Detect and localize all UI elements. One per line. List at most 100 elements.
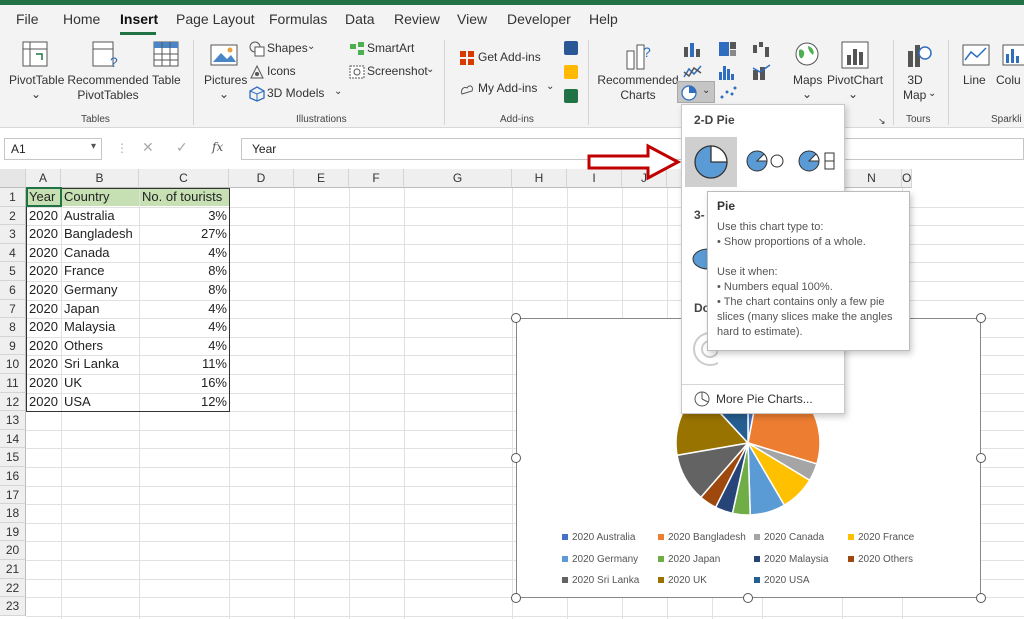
combo-chart-icon[interactable] [752,64,772,80]
header-cell[interactable]: Country [62,188,139,206]
data-cell[interactable]: 27% [140,225,229,243]
data-cell[interactable]: 2020 [27,318,61,336]
resize-handle[interactable] [743,593,753,603]
column-header[interactable]: C [139,169,229,188]
data-cell[interactable]: 16% [140,374,229,392]
data-cell[interactable]: 2020 [27,337,61,355]
waterfall-chart-icon[interactable] [752,41,772,57]
header-cell[interactable]: No. of tourists [140,188,229,206]
data-cell[interactable]: 4% [140,300,229,318]
tab-page-layout[interactable]: Page Layout [176,11,255,27]
data-cell[interactable]: 4% [140,244,229,262]
column-header[interactable]: O [902,169,913,188]
data-cell[interactable]: 8% [140,262,229,280]
data-cell[interactable]: Japan [62,300,139,318]
row-header[interactable]: 6 [0,281,26,300]
bing-icon[interactable] [564,65,578,79]
dialog-launcher-icon[interactable]: ↘ [878,114,886,129]
select-all-corner[interactable] [0,169,26,188]
row-header[interactable]: 20 [0,541,26,560]
name-box[interactable]: A1 ▾ [4,138,102,160]
row-header[interactable]: 3 [0,225,26,244]
row-header[interactable]: 7 [0,299,26,319]
cancel-icon[interactable]: ✕ [142,140,154,155]
row-header[interactable]: 5 [0,262,26,281]
resize-handle[interactable] [976,453,986,463]
tab-data[interactable]: Data [345,11,375,27]
row-header[interactable]: 4 [0,243,26,263]
tab-developer[interactable]: Developer [507,11,571,27]
enter-icon[interactable]: ✓ [176,140,188,155]
data-cell[interactable]: 2020 [27,355,61,373]
tab-file[interactable]: File [16,11,39,27]
row-header[interactable]: 14 [0,429,26,449]
row-header[interactable]: 23 [0,597,26,616]
data-cell[interactable]: Others [62,337,139,355]
pie-option-button[interactable] [685,137,737,187]
visio-icon[interactable] [564,41,578,55]
row-header[interactable]: 17 [0,485,26,505]
data-cell[interactable]: 11% [140,355,229,373]
resize-handle[interactable] [976,313,986,323]
row-header[interactable]: 13 [0,411,26,430]
tab-home[interactable]: Home [63,11,100,27]
tab-view[interactable]: View [457,11,487,27]
tab-insert[interactable]: Insert [120,11,158,27]
tab-review[interactable]: Review [394,11,440,27]
data-cell[interactable]: 4% [140,337,229,355]
insert-function-icon[interactable]: fx [212,140,223,155]
row-header[interactable]: 12 [0,392,26,412]
column-header[interactable]: G [404,169,512,188]
row-header[interactable]: 2 [0,206,26,226]
row-header[interactable]: 21 [0,560,26,579]
chevron-down-icon[interactable]: ▾ [91,141,96,152]
line-chart-icon[interactable] [683,64,703,80]
bar-of-pie-option-button[interactable] [792,137,842,187]
column-header[interactable]: F [349,169,404,188]
data-cell[interactable]: USA [62,393,139,411]
data-cell[interactable]: 3% [140,207,229,225]
data-cell[interactable]: 2020 [27,374,61,392]
resize-handle[interactable] [511,453,521,463]
row-header[interactable]: 10 [0,355,26,374]
data-cell[interactable]: UK [62,374,139,392]
statistic-chart-icon[interactable] [718,64,738,80]
row-header[interactable]: 9 [0,336,26,356]
resize-handle[interactable] [976,593,986,603]
scatter-chart-icon[interactable] [718,85,738,101]
row-header[interactable]: 22 [0,578,26,598]
data-cell[interactable]: 2020 [27,393,61,411]
data-cell[interactable]: Australia [62,207,139,225]
resize-handle[interactable] [511,313,521,323]
row-header[interactable]: 8 [0,318,26,337]
data-cell[interactable]: 2020 [27,300,61,318]
data-cell[interactable]: 2020 [27,207,61,225]
data-cell[interactable]: 12% [140,393,229,411]
resize-handle[interactable] [511,593,521,603]
pie-chart-button[interactable]: ⌄ [677,81,715,103]
hierarchy-chart-icon[interactable] [718,41,738,57]
row-header[interactable]: 18 [0,504,26,523]
column-header[interactable]: H [512,169,567,188]
row-header[interactable]: 1 [0,188,26,207]
column-header[interactable]: D [229,169,294,188]
data-cell[interactable]: Germany [62,281,139,299]
row-header[interactable]: 16 [0,467,26,486]
data-cell[interactable]: 8% [140,281,229,299]
data-cell[interactable]: 2020 [27,262,61,280]
column-header[interactable]: E [294,169,349,188]
row-header[interactable]: 11 [0,374,26,393]
row-header[interactable]: 19 [0,522,26,542]
pie-of-pie-option-button[interactable] [740,137,790,187]
data-cell[interactable]: 2020 [27,281,61,299]
header-cell[interactable]: Year [27,188,61,206]
tab-help[interactable]: Help [589,11,618,27]
data-cell[interactable]: Bangladesh [62,225,139,243]
data-cell[interactable]: Canada [62,244,139,262]
data-cell[interactable]: Malaysia [62,318,139,336]
data-cell[interactable]: 2020 [27,244,61,262]
more-pie-charts-item[interactable]: More Pie Charts... [682,388,844,412]
row-header[interactable]: 15 [0,448,26,467]
tab-formulas[interactable]: Formulas [269,11,327,27]
column-header[interactable]: B [61,169,139,188]
